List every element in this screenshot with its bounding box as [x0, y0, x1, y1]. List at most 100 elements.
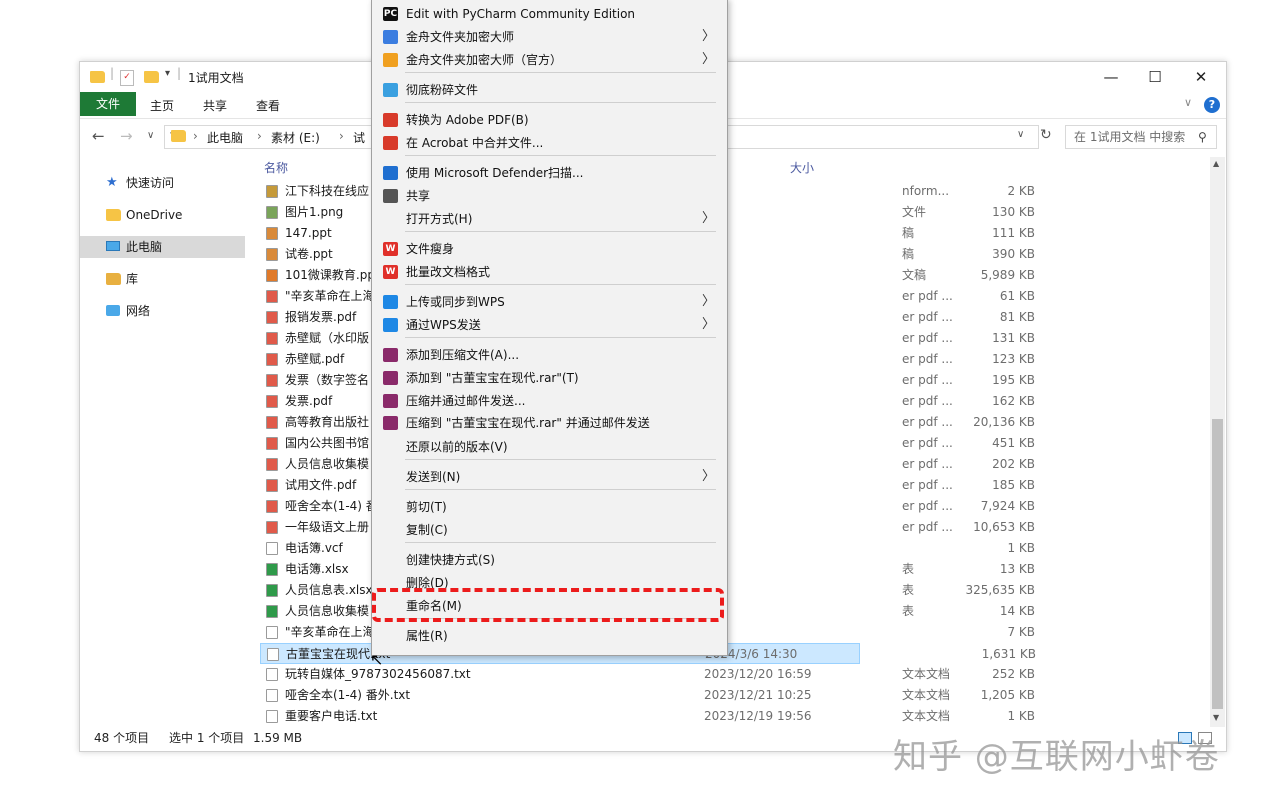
menu-item-11[interactable]: 上传或同步到WPS 〉: [372, 291, 727, 313]
search-placeholder: 在 1试用文档 中搜索: [1074, 130, 1186, 144]
file-type: 表: [902, 562, 915, 576]
menu-item-label: 上传或同步到WPS: [406, 295, 505, 309]
submenu-chevron-icon: 〉: [701, 317, 715, 332]
file-type: er pdf ...: [902, 415, 953, 429]
file-row[interactable]: 玩转自媒体_9787302456087.txt 2023/12/20 16:59 文…: [260, 664, 1035, 685]
file-type: er pdf ...: [902, 394, 953, 408]
mouse-cursor-icon: ↖: [370, 650, 384, 669]
menu-item-19[interactable]: 剪切(T): [372, 496, 727, 518]
refresh-icon[interactable]: ↻: [1040, 127, 1052, 143]
forward-arrow-icon[interactable]: →: [120, 127, 133, 145]
file-type-icon: [266, 395, 278, 408]
menu-item-4[interactable]: 转换为 Adobe PDF(B): [372, 109, 727, 131]
search-input[interactable]: 在 1试用文档 中搜索 ⚲: [1065, 125, 1217, 149]
share-icon: [383, 189, 398, 203]
ribbon-tab-view[interactable]: 查看: [246, 96, 290, 116]
menu-item-17[interactable]: 还原以前的版本(V): [372, 436, 727, 458]
menu-item-label: 添加到 "古董宝宝在现代.rar"(T): [406, 371, 579, 385]
menu-item-3[interactable]: 彻底粉碎文件: [372, 79, 727, 101]
network-icon: [106, 305, 120, 316]
file-type-icon: [266, 353, 278, 366]
menu-item-label: 批量改文档格式: [406, 265, 491, 279]
file-type-icon: [266, 668, 278, 681]
menu-item-12[interactable]: 通过WPS发送 〉: [372, 314, 727, 336]
submenu-chevron-icon: 〉: [701, 52, 715, 67]
file-type: er pdf ...: [902, 310, 953, 324]
menu-item-label: 金舟文件夹加密大师: [406, 30, 515, 44]
back-arrow-icon[interactable]: ←: [92, 127, 105, 145]
file-type: er pdf ...: [902, 457, 953, 471]
menu-item-18[interactable]: 发送到(N) 〉: [372, 466, 727, 488]
file-type: er pdf ...: [902, 373, 953, 387]
nav-item-libraries[interactable]: 库: [80, 268, 245, 290]
menu-item-7[interactable]: 共享: [372, 185, 727, 207]
new-folder-icon[interactable]: [144, 71, 159, 83]
winrar-icon: [383, 348, 398, 362]
scrollbar-thumb[interactable]: [1212, 419, 1223, 709]
file-type-icon: [266, 542, 278, 555]
nav-item-onedrive[interactable]: OneDrive: [80, 204, 245, 226]
wps-icon: W: [383, 242, 398, 256]
file-date: 2023/12/20 16:59: [704, 667, 812, 681]
file-type: er pdf ...: [902, 520, 953, 534]
nav-item-network[interactable]: 网络: [80, 300, 245, 322]
minimize-button[interactable]: —: [1088, 62, 1134, 92]
menu-item-1[interactable]: 金舟文件夹加密大师 〉: [372, 26, 727, 48]
menu-item-10[interactable]: W 批量改文档格式: [372, 261, 727, 283]
file-row[interactable]: 重要客户电话.txt 2023/12/19 19:56 文本文档 1 KB: [260, 706, 1035, 727]
file-name: 试卷.ppt: [285, 247, 333, 261]
breadcrumb-this-pc[interactable]: 此电脑: [207, 129, 243, 146]
ribbon-expand-chevron-icon[interactable]: ∨: [1184, 96, 1192, 109]
file-name: 101微课教育.pp: [285, 268, 375, 282]
breadcrumb-folder[interactable]: 试: [353, 129, 365, 146]
menu-item-24[interactable]: 属性(R): [372, 625, 727, 647]
menu-item-9[interactable]: W 文件瘦身: [372, 238, 727, 260]
menu-item-16[interactable]: 压缩到 "古董宝宝在现代.rar" 并通过邮件发送: [372, 412, 727, 434]
address-history-chevron-icon[interactable]: ∨: [1017, 129, 1024, 140]
file-size: 20,136 KB: [973, 415, 1035, 429]
customize-toolbar-icon[interactable]: ▾: [165, 68, 170, 79]
scroll-down-arrow-icon[interactable]: ▼: [1213, 713, 1219, 722]
file-type-icon: [266, 269, 278, 282]
menu-item-20[interactable]: 复制(C): [372, 519, 727, 541]
recent-locations-chevron-icon[interactable]: ∨: [147, 130, 154, 141]
search-icon[interactable]: ⚲: [1198, 126, 1207, 148]
menu-item-14[interactable]: 添加到 "古董宝宝在现代.rar"(T): [372, 367, 727, 389]
close-button[interactable]: ✕: [1178, 62, 1224, 92]
menu-item-13[interactable]: 添加到压缩文件(A)...: [372, 344, 727, 366]
file-name: 电话簿.vcf: [285, 541, 343, 555]
menu-item-21[interactable]: 创建快捷方式(S): [372, 549, 727, 571]
adobe-pdf-icon: [383, 113, 398, 127]
menu-item-label: 打开方式(H): [406, 212, 473, 226]
breadcrumb-separator: ›: [257, 129, 262, 143]
breadcrumb-drive[interactable]: 素材 (E:): [271, 129, 320, 146]
nav-item-quick-access[interactable]: ★ 快速访问: [80, 172, 245, 194]
ribbon-tab-share[interactable]: 共享: [193, 96, 237, 116]
maximize-button[interactable]: ☐: [1132, 62, 1178, 92]
properties-check-icon[interactable]: ✓: [120, 70, 134, 86]
menu-item-0[interactable]: PC Edit with PyCharm Community Edition: [372, 3, 727, 25]
menu-item-15[interactable]: 压缩并通过邮件发送...: [372, 390, 727, 412]
menu-item-label: 在 Acrobat 中合并文件...: [406, 136, 544, 150]
file-row[interactable]: 哑舍全本(1-4) 番外.txt 2023/12/21 10:25 文本文档 1,20…: [260, 685, 1035, 706]
column-header-name[interactable]: 名称: [264, 157, 288, 179]
file-size: 2 KB: [1007, 184, 1035, 198]
folder-icon: [171, 130, 186, 142]
file-size: 162 KB: [992, 394, 1035, 408]
menu-item-2[interactable]: 金舟文件夹加密大师（官方） 〉: [372, 49, 727, 71]
ribbon-tab-home[interactable]: 主页: [140, 96, 184, 116]
help-button[interactable]: ?: [1204, 97, 1220, 113]
menu-item-label: 通过WPS发送: [406, 318, 481, 332]
menu-item-5[interactable]: 在 Acrobat 中合并文件...: [372, 132, 727, 154]
nav-item-this-pc[interactable]: 此电脑: [80, 236, 245, 258]
file-size: 195 KB: [992, 373, 1035, 387]
scroll-up-arrow-icon[interactable]: ▲: [1213, 159, 1219, 168]
menu-item-label: 压缩并通过邮件发送...: [406, 394, 526, 408]
context-menu: PC Edit with PyCharm Community Edition 金舟文…: [371, 0, 728, 656]
vertical-scrollbar[interactable]: ▲ ▼: [1210, 157, 1225, 727]
menu-item-8[interactable]: 打开方式(H) 〉: [372, 208, 727, 230]
menu-item-6[interactable]: 使用 Microsoft Defender扫描...: [372, 162, 727, 184]
submenu-chevron-icon: 〉: [701, 211, 715, 226]
column-header-size[interactable]: 大小: [790, 157, 814, 179]
lock-folder-icon: [383, 53, 398, 67]
